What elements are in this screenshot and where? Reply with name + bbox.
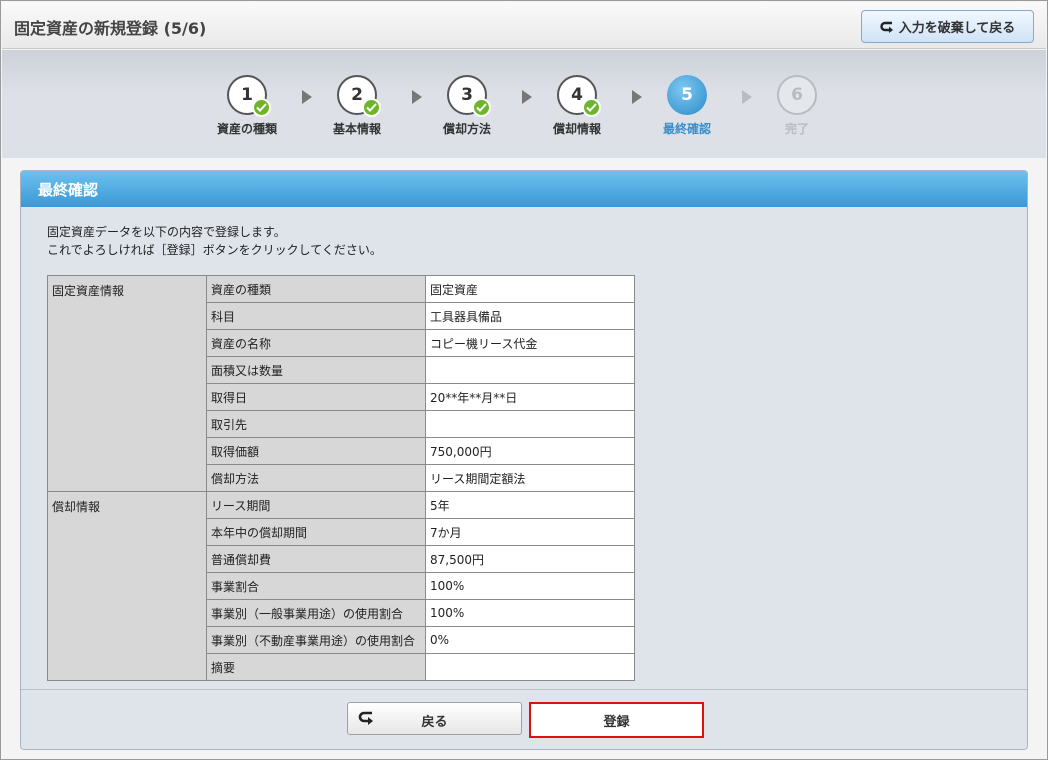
step-label: 完了 — [784, 122, 809, 136]
back-button[interactable]: 戻る — [347, 702, 522, 735]
row-value: 工具器具備品 — [425, 302, 635, 330]
step-progress-bar: 1 資産の種類 2 基本情報 3 償却方法 4 償却情報 5 最終確認 6 完了 — [2, 50, 1046, 158]
step-3: 3 償却方法 — [412, 75, 522, 137]
panel-footer: 戻る 登録 — [21, 689, 1027, 749]
row-key: 普通償却費 — [206, 545, 426, 573]
step-number-circle: 2 — [337, 75, 381, 117]
row-key: 科目 — [206, 302, 426, 330]
panel-body: 固定資産データを以下の内容で登録します。 これでよろしければ［登録］ボタンをクリ… — [21, 207, 1027, 681]
group-label-depreciation-info: 償却情報 — [47, 491, 207, 681]
window-frame: 固定資産の新規登録 (5/6) 入力を破棄して戻る 1 資産の種類 2 基本情報 — [0, 0, 1048, 760]
intro-text: 固定資産データを以下の内容で登録します。 これでよろしければ［登録］ボタンをクリ… — [47, 223, 1027, 259]
check-icon — [582, 98, 601, 117]
step-number-circle: 4 — [557, 75, 601, 117]
step-number: 4 — [571, 85, 583, 105]
row-key: 事業別（一般事業用途）の使用割合 — [206, 599, 426, 627]
row-value: 87,500円 — [425, 545, 635, 573]
intro-line-2: これでよろしければ［登録］ボタンをクリックしてください。 — [47, 243, 382, 257]
row-key: 取引先 — [206, 410, 426, 438]
step-label: 償却情報 — [552, 122, 601, 136]
table-row: 償却情報 リース期間 5年 — [47, 491, 635, 681]
step-label: 最終確認 — [662, 122, 711, 136]
row-value: リース期間定額法 — [425, 464, 635, 492]
row-key: 資産の種類 — [206, 275, 426, 303]
step-number-circle: 5 — [667, 75, 707, 115]
step-2: 2 基本情報 — [302, 75, 412, 137]
step-5: 5 最終確認 — [632, 75, 742, 137]
step-number: 2 — [351, 85, 363, 105]
step-number: 3 — [461, 85, 473, 105]
step-1: 1 資産の種類 — [192, 75, 302, 137]
row-value: 7か月 — [425, 518, 635, 546]
row-value: コピー機リース代金 — [425, 329, 635, 357]
row-key: 取得日 — [206, 383, 426, 411]
page-header: 固定資産の新規登録 (5/6) 入力を破棄して戻る — [2, 2, 1046, 49]
step-number-circle: 3 — [447, 75, 491, 117]
row-key: 取得価額 — [206, 437, 426, 465]
step-4: 4 償却情報 — [522, 75, 632, 137]
panel-title: 最終確認 — [21, 171, 1027, 207]
step-label: 資産の種類 — [216, 122, 277, 136]
row-value — [425, 410, 635, 438]
row-key: 償却方法 — [206, 464, 426, 492]
step-number-circle: 1 — [227, 75, 271, 117]
asset-summary-table: 固定資産情報 資産の種類 固定資産 科目 工具器具備品 資産の名称 コピー機リー… — [47, 275, 635, 681]
step-number: 6 — [791, 85, 803, 105]
row-key: 事業割合 — [206, 572, 426, 600]
back-button-label: 戻る — [421, 715, 448, 730]
row-value: 100% — [425, 599, 635, 627]
row-key: 資産の名称 — [206, 329, 426, 357]
step-label: 償却方法 — [442, 122, 491, 136]
discard-and-return-button[interactable]: 入力を破棄して戻る — [861, 10, 1034, 43]
step-6: 6 完了 — [742, 75, 852, 137]
check-icon — [472, 98, 491, 117]
final-confirmation-panel: 最終確認 固定資産データを以下の内容で登録します。 これでよろしければ［登録］ボ… — [20, 170, 1028, 750]
discard-button-label: 入力を破棄して戻る — [898, 21, 1016, 36]
row-key: 摘要 — [206, 653, 426, 681]
row-key: リース期間 — [206, 491, 426, 519]
row-value: 5年 — [425, 491, 635, 519]
step-number-circle: 6 — [777, 75, 817, 115]
row-value — [425, 356, 635, 384]
row-key: 本年中の償却期間 — [206, 518, 426, 546]
register-button[interactable]: 登録 — [529, 702, 704, 738]
table-row: 固定資産情報 資産の種類 固定資産 — [47, 275, 635, 492]
row-value — [425, 653, 635, 681]
page-title: 固定資産の新規登録 (5/6) — [14, 19, 207, 38]
row-key: 面積又は数量 — [206, 356, 426, 384]
row-value: 100% — [425, 572, 635, 600]
row-value: 0% — [425, 626, 635, 654]
row-value: 20**年**月**日 — [425, 383, 635, 411]
step-label: 基本情報 — [332, 122, 381, 136]
check-icon — [252, 98, 271, 117]
row-value: 750,000円 — [425, 437, 635, 465]
step-number: 1 — [241, 85, 253, 105]
return-arrow-icon — [880, 21, 894, 33]
row-value: 固定資産 — [425, 275, 635, 303]
row-key: 事業別（不動産事業用途）の使用割合 — [206, 626, 426, 654]
intro-line-1: 固定資産データを以下の内容で登録します。 — [47, 225, 286, 239]
register-button-label: 登録 — [603, 714, 630, 730]
check-icon — [362, 98, 381, 117]
step-number: 5 — [681, 85, 693, 105]
group-label-asset-info: 固定資産情報 — [47, 275, 207, 492]
